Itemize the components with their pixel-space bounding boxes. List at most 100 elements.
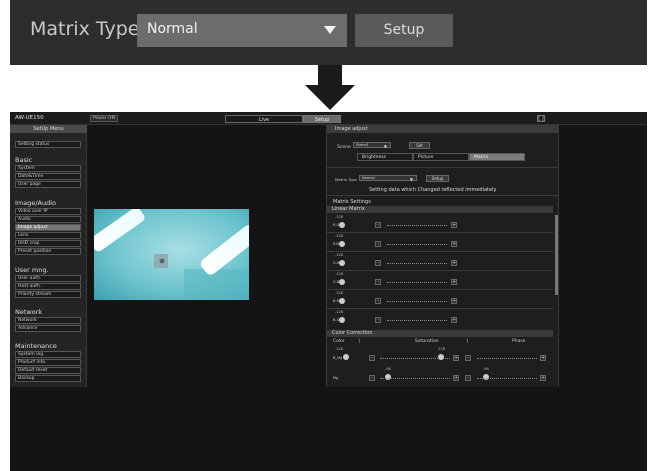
slider-track[interactable] [387, 263, 447, 264]
phase-decrement-button[interactable]: - [465, 355, 471, 361]
saturation-decrement-button[interactable]: - [369, 375, 375, 381]
increment-button[interactable]: + [451, 317, 457, 323]
menu-item-image-adjust[interactable]: Image adjust [15, 224, 81, 231]
matrix-type-select[interactable]: Normal [137, 14, 347, 47]
matrix-settings-heading: Matrix Settings [333, 199, 371, 205]
row-label: R-B [333, 242, 339, 246]
tab-setup[interactable]: Setup [303, 115, 341, 123]
menu-item-default-reset[interactable]: Default reset [15, 367, 81, 374]
row-value: -128 [335, 272, 343, 276]
saturation-slider-track[interactable] [380, 378, 450, 379]
color-correction-header: Color Correction [327, 330, 553, 337]
slider-knob[interactable] [343, 354, 349, 360]
linear-matrix-row: -128 G-B - + [327, 272, 553, 288]
phase-slider-knob[interactable] [483, 374, 489, 380]
fullscreen-icon[interactable]: [ ] [537, 115, 545, 122]
matrix-type-value: Normal [147, 21, 198, 37]
menu-item-network[interactable]: Network [15, 317, 81, 324]
decrement-button[interactable]: - [375, 222, 381, 228]
menu-item-priority-stream[interactable]: Priority stream [15, 291, 81, 298]
panel-title: Image adjust [327, 125, 558, 133]
menu-item-system-log[interactable]: System log [15, 351, 81, 358]
saturation-slider-knob[interactable] [385, 374, 391, 380]
slider-track[interactable] [387, 225, 447, 226]
slider-track[interactable] [387, 301, 447, 302]
decrement-button[interactable]: - [375, 298, 381, 304]
phase-increment-button[interactable]: + [540, 355, 546, 361]
increment-button[interactable]: + [451, 222, 457, 228]
scene-set-button[interactable]: Set [409, 142, 430, 149]
menu-item-date-time[interactable]: Date&Time [15, 173, 81, 180]
increment-button[interactable]: + [451, 260, 457, 266]
matrix-type-select[interactable]: Normal ▼ [359, 175, 417, 182]
scene-select[interactable]: Scene1 ▼ [353, 142, 391, 149]
chevron-down-icon [324, 26, 336, 34]
column-color: Color [333, 339, 345, 344]
color-correction-columns: Color | Saturation | Phase [327, 338, 553, 346]
slider-knob[interactable] [339, 298, 345, 304]
menu-item-backup[interactable]: Backup [15, 375, 81, 382]
linear-matrix-row: -128 B-R - + [327, 291, 553, 307]
menu-item-video-over-ip[interactable]: Video over IP [15, 208, 81, 215]
row-label: Mg [333, 376, 339, 380]
menu-item-product-info[interactable]: Product info. [15, 359, 81, 366]
phase-increment-button[interactable]: + [540, 375, 546, 381]
panel-scrollbar[interactable] [555, 215, 558, 295]
column-separator: | [467, 339, 469, 344]
saturation-slider-knob[interactable] [438, 354, 444, 360]
slider-track[interactable] [387, 282, 447, 283]
linear-matrix-row: -128 B-G - + [327, 310, 553, 326]
saturation-increment-button[interactable]: + [453, 375, 459, 381]
decrement-button[interactable]: - [375, 317, 381, 323]
color-correction-row: Mg - -98 + - -98 + [327, 367, 553, 384]
linear-matrix-row: -128 R-B - + [327, 234, 553, 250]
row-value: -128 [335, 234, 343, 238]
decrement-button[interactable]: - [375, 241, 381, 247]
row-value: -128 [335, 291, 343, 295]
matrix-setup-button[interactable]: Setup [426, 175, 449, 182]
menu-item-user-page[interactable]: User page [15, 181, 81, 188]
decrement-button[interactable]: - [375, 279, 381, 285]
decrement-button[interactable]: - [375, 260, 381, 266]
slider-knob[interactable] [339, 260, 345, 266]
saturation-increment-button[interactable]: + [453, 355, 459, 361]
slider-knob[interactable] [339, 241, 345, 247]
down-arrow-icon [305, 65, 355, 110]
slider-knob[interactable] [339, 222, 345, 228]
menu-item-user-auth[interactable]: User auth. [15, 275, 81, 282]
slider-knob[interactable] [339, 317, 345, 323]
matrix-type-label: Matrix Type [335, 177, 357, 182]
menu-item-host-auth[interactable]: Host auth. [15, 283, 81, 290]
matrix-type-label: Matrix Type [30, 18, 140, 40]
increment-button[interactable]: + [451, 298, 457, 304]
tab-picture[interactable]: Picture [413, 153, 469, 161]
divider [327, 232, 553, 233]
slider-track[interactable] [387, 244, 447, 245]
increment-button[interactable]: + [451, 279, 457, 285]
phase-slider-track[interactable] [477, 378, 537, 379]
row-value: -128 [335, 347, 343, 351]
menu-item-audio[interactable]: Audio [15, 216, 81, 223]
tab-brightness[interactable]: Brightness [357, 153, 413, 161]
row-value: -128 [335, 310, 343, 314]
menu-item-system[interactable]: System [15, 165, 81, 172]
slider-track[interactable] [387, 320, 447, 321]
menu-item-preset-position[interactable]: Preset position [15, 248, 81, 255]
menu-item-uhd-crop[interactable]: UHD crop [15, 240, 81, 247]
menu-item-lens[interactable]: Lens [15, 232, 81, 239]
setup-menu-sidebar: SetUp Menu Setting status Basic System D… [10, 125, 87, 387]
power-select[interactable]: Power ON [90, 115, 118, 122]
setup-button[interactable]: Setup [355, 14, 453, 47]
phase-slider-track[interactable] [477, 358, 537, 359]
row-value: -128 [335, 253, 343, 257]
saturation-decrement-button[interactable]: - [369, 355, 375, 361]
top-bar: AW-UE150 Power ON Live Setup [ ] [10, 112, 647, 125]
menu-item-setting-status[interactable]: Setting status [15, 141, 81, 148]
phase-decrement-button[interactable]: - [465, 375, 471, 381]
slider-knob[interactable] [339, 279, 345, 285]
tab-matrix[interactable]: Matrix [469, 153, 525, 161]
menu-item-advance[interactable]: Advance [15, 325, 81, 332]
tab-live[interactable]: Live [225, 115, 303, 123]
menu-section-user-mng: User mng. [15, 266, 49, 274]
increment-button[interactable]: + [451, 241, 457, 247]
